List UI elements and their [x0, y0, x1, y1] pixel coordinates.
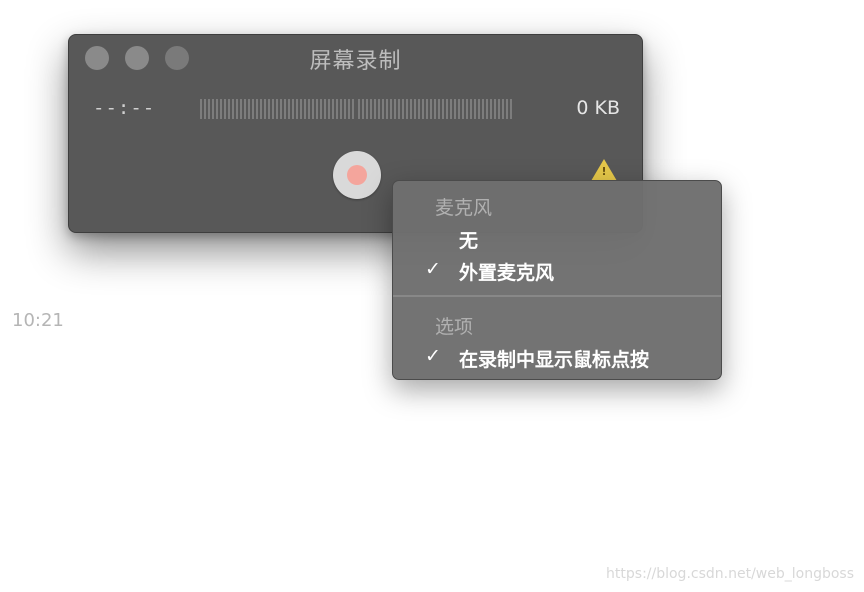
- menu-item-label: 在录制中显示鼠标点按: [459, 349, 650, 371]
- menu-item-mic-none[interactable]: 无: [393, 224, 721, 256]
- checkmark-icon: ✓: [425, 345, 441, 367]
- menu-item-label: 外置麦克风: [459, 262, 555, 284]
- warning-exclamation: !: [601, 165, 607, 178]
- options-section-header: 选项: [435, 316, 474, 338]
- menu-item-external-mic[interactable]: ✓ 外置麦克风: [393, 256, 721, 288]
- file-size: 0 KB: [576, 97, 620, 119]
- microphone-section-header: 麦克风: [435, 197, 493, 219]
- background-timestamp: 10:21: [12, 310, 64, 331]
- menu-item-show-mouse-clicks[interactable]: ✓ 在录制中显示鼠标点按: [393, 343, 721, 375]
- record-icon: [347, 165, 367, 185]
- audio-level-right-segment: [357, 99, 513, 119]
- warning-icon[interactable]: !: [591, 159, 617, 181]
- options-dropdown-menu: 麦克风 无 ✓ 外置麦克风 选项 ✓ 在录制中显示鼠标点按: [392, 180, 722, 380]
- menu-separator: [393, 295, 721, 297]
- record-button[interactable]: [333, 151, 381, 199]
- audio-level-left-segment: [200, 99, 356, 119]
- elapsed-time: --:--: [93, 97, 156, 119]
- watermark-text: https://blog.csdn.net/web_longboss: [606, 566, 854, 582]
- menu-item-label: 无: [459, 230, 479, 252]
- audio-level-meter: [200, 99, 513, 119]
- window-title: 屏幕录制: [309, 49, 402, 74]
- checkmark-icon: ✓: [425, 258, 441, 280]
